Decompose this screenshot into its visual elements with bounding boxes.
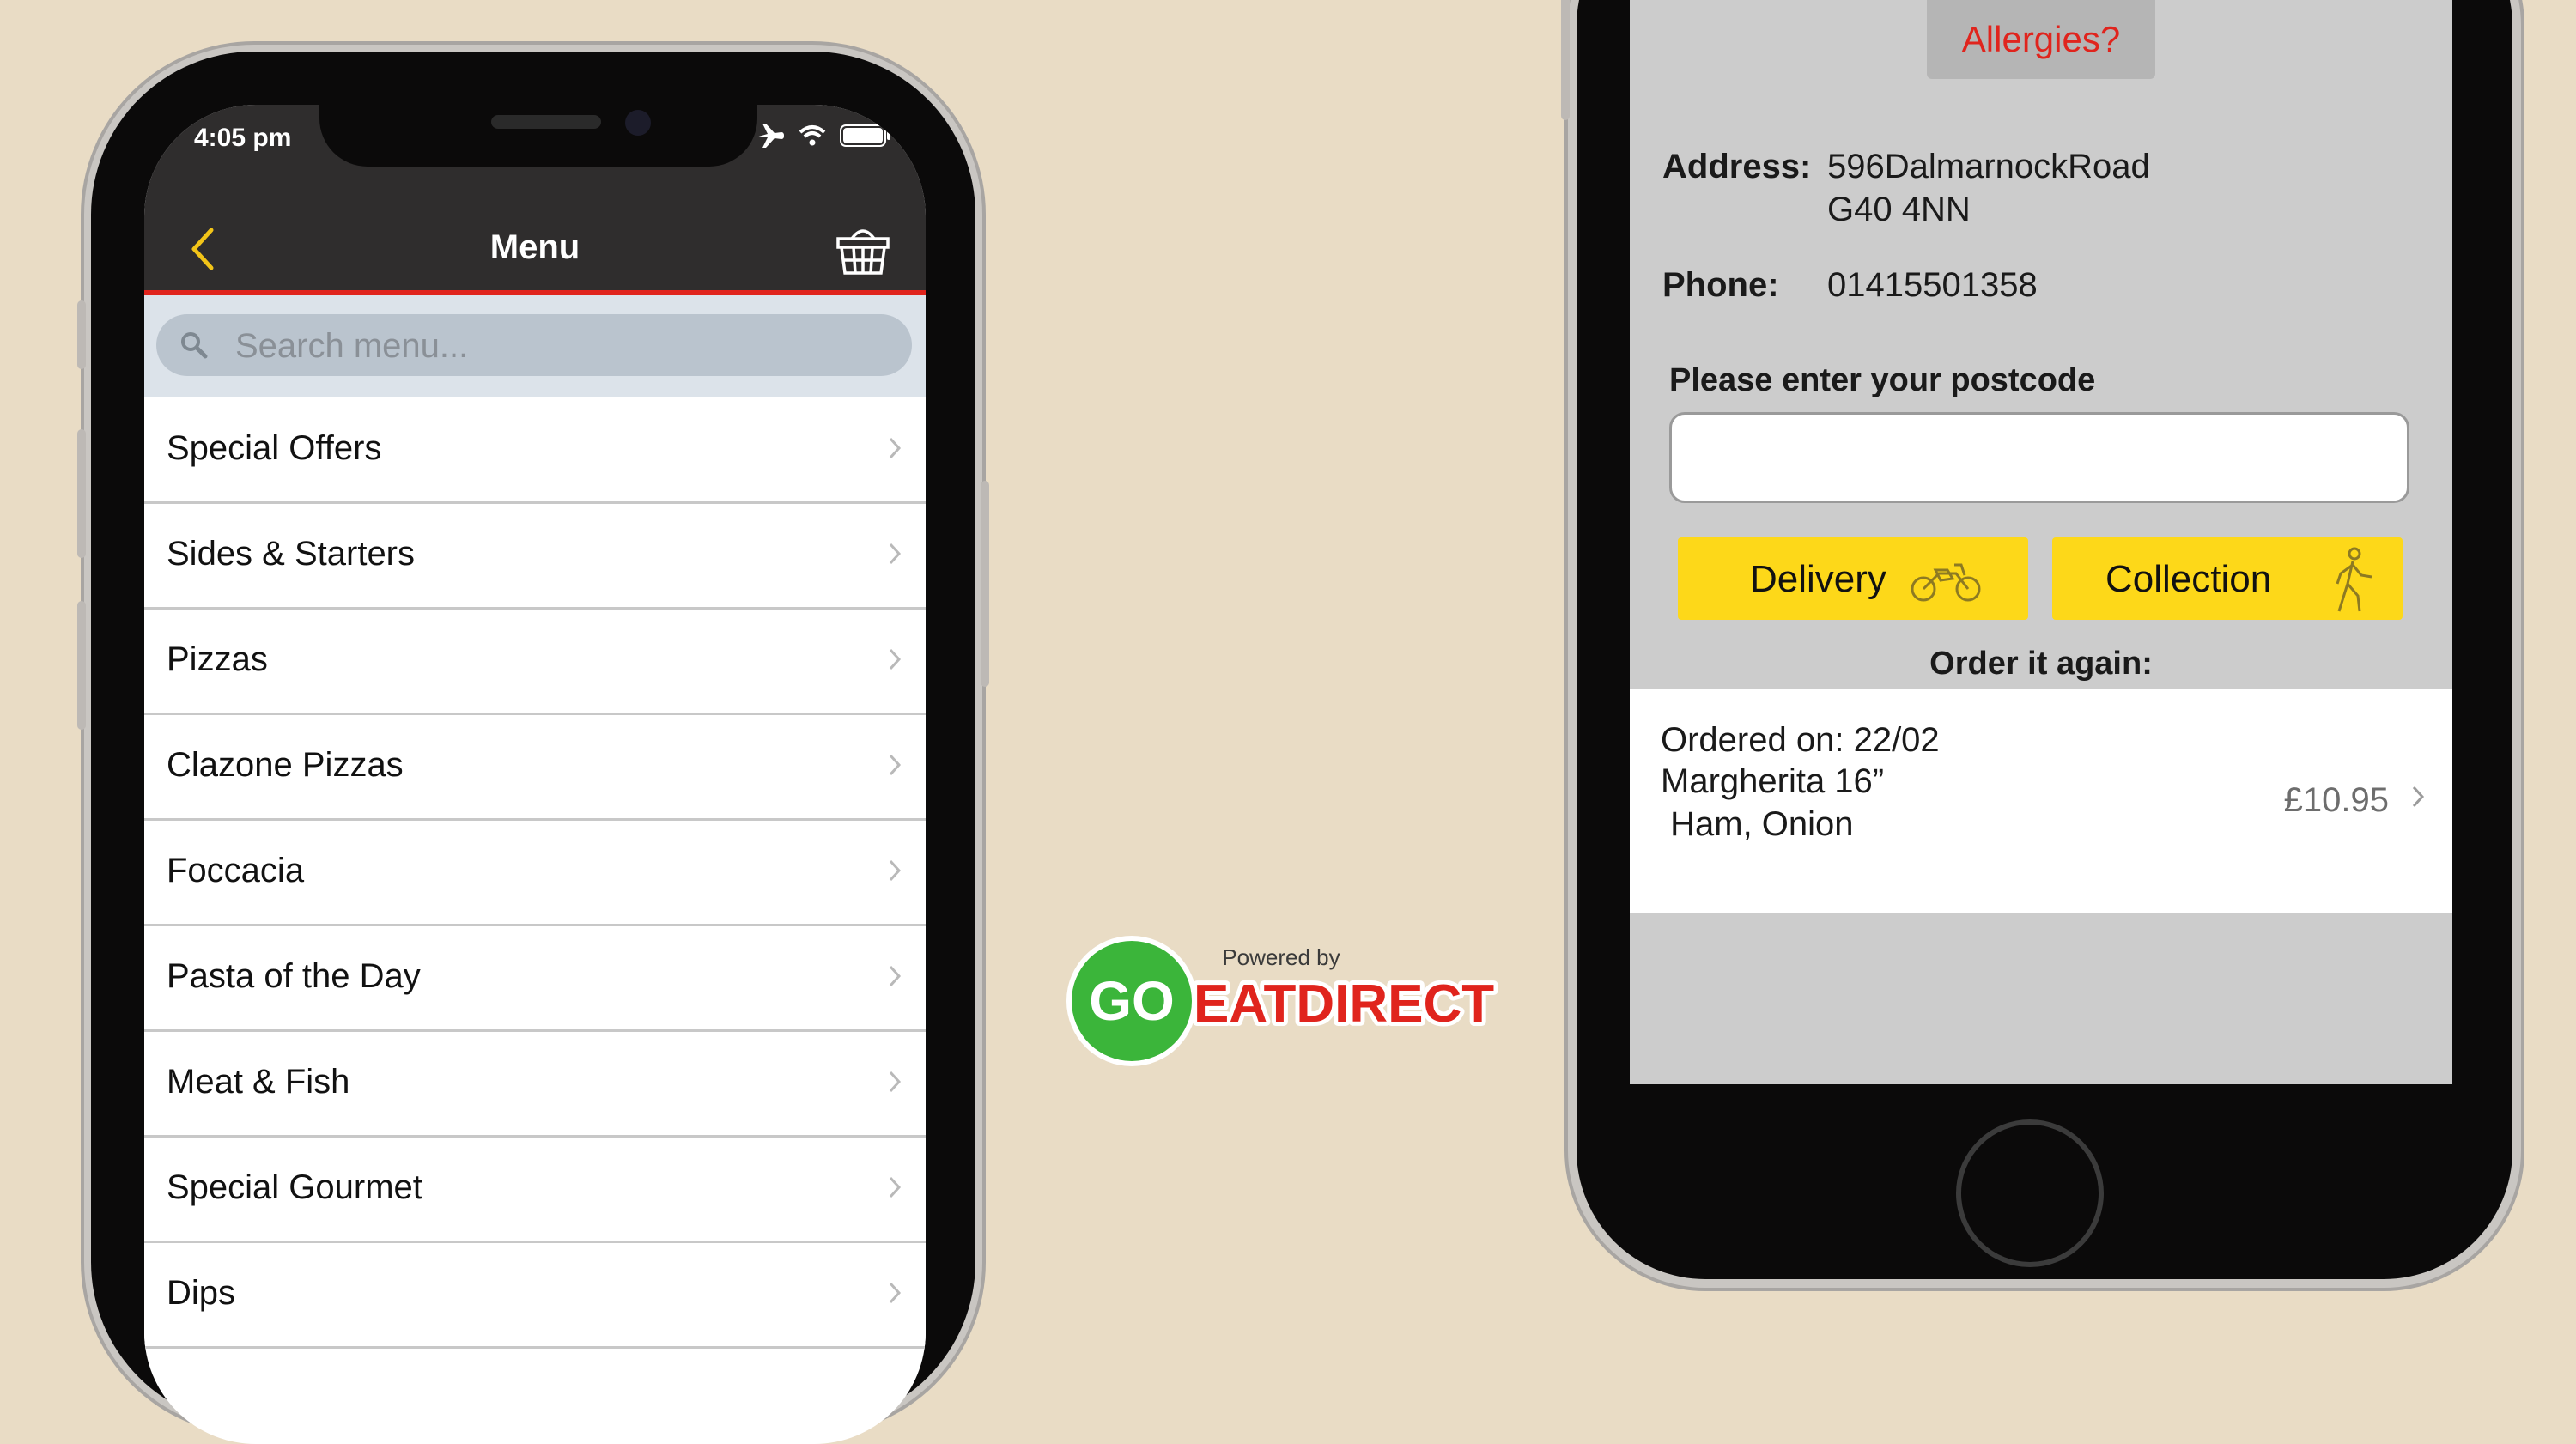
- right-phone: Allergies? Address: 596DalmarnockRoad G4…: [1561, 0, 2512, 1279]
- order-again-heading: Order it again:: [1929, 646, 2153, 682]
- volume-down-button: [77, 601, 86, 730]
- search-bar: [144, 295, 926, 397]
- chevron-right-icon: [889, 859, 902, 882]
- chevron-right-icon: [889, 1071, 902, 1093]
- walking-person-icon: [2336, 547, 2372, 612]
- chevron-right-icon: [889, 437, 902, 459]
- logo-graphic: GO Powered by EATDIRECT EATDIRECT: [1066, 936, 1498, 1066]
- address-line2: G40 4NN: [1827, 191, 1971, 228]
- chevron-right-icon: [889, 1282, 902, 1304]
- chevron-right-icon: [2412, 786, 2425, 808]
- order-toppings: Ham, Onion: [1661, 805, 1854, 843]
- motorbike-icon: [1911, 563, 1981, 602]
- menu-item-foccacia[interactable]: Foccacia: [144, 821, 926, 926]
- front-camera: [625, 110, 651, 136]
- nav-bar: Menu: [144, 208, 926, 295]
- status-time: 4:05 pm: [194, 124, 292, 152]
- menu-item-label: Special Offers: [167, 429, 382, 467]
- address-label: Address:: [1662, 148, 1812, 185]
- left-screen: 4:05 pm Menu Search menu... Special Offe…: [144, 105, 926, 1444]
- right-screen: Allergies? Address: 596DalmarnockRoad G4…: [1630, 0, 2452, 1084]
- chevron-right-icon: [889, 1176, 902, 1198]
- speaker: [491, 115, 601, 129]
- chevron-right-icon: [889, 543, 902, 565]
- postcode-label: Please enter your postcode: [1669, 362, 2096, 398]
- menu-item-label: Clazone Pizzas: [167, 746, 404, 784]
- chevron-right-icon: [889, 754, 902, 776]
- mute-switch: [77, 300, 86, 369]
- menu-item-label: Dips: [167, 1274, 236, 1312]
- menu-item-label: Special Gourmet: [167, 1168, 422, 1206]
- menu-item-meat-fish[interactable]: Meat & Fish: [144, 1032, 926, 1138]
- collection-button[interactable]: Collection: [2052, 537, 2403, 620]
- menu-item-pasta-of-the-day[interactable]: Pasta of the Day: [144, 926, 926, 1032]
- volume-up-button: [77, 429, 86, 558]
- menu-item-label: Pasta of the Day: [167, 957, 421, 995]
- power-button: [981, 481, 989, 687]
- postcode-input[interactable]: [1669, 412, 2409, 503]
- menu-item-label: Pizzas: [167, 640, 268, 678]
- logo-powered-by: Powered by: [1222, 944, 1340, 970]
- logo-go-text: GO: [1089, 970, 1175, 1032]
- menu-item-label: Sides & Starters: [167, 535, 416, 573]
- airplane-icon: [756, 124, 784, 148]
- notch: [319, 105, 757, 167]
- page-title: Menu: [489, 228, 580, 266]
- chevron-right-icon: [889, 648, 902, 670]
- order-item: Margherita 16”: [1661, 762, 1885, 800]
- status-bar: 4:05 pm: [144, 105, 926, 208]
- home-button[interactable]: [1956, 1119, 2104, 1267]
- address-line1: 596DalmarnockRoad: [1827, 148, 2150, 185]
- collection-label: Collection: [2105, 558, 2272, 600]
- menu-item-label: Meat & Fish: [167, 1063, 350, 1101]
- order-price: £10.95: [2283, 781, 2389, 819]
- battery-icon: [840, 124, 890, 147]
- side-button: [1561, 0, 1570, 120]
- search-input[interactable]: [234, 314, 752, 378]
- delivery-label: Delivery: [1750, 558, 1886, 600]
- menu-item-dips[interactable]: Dips: [144, 1243, 926, 1349]
- menu-item-clazone-pizzas[interactable]: Clazone Pizzas: [144, 715, 926, 821]
- chevron-right-icon: [889, 965, 902, 987]
- menu-item-pizzas[interactable]: Pizzas: [144, 610, 926, 715]
- allergies-button[interactable]: Allergies?: [1927, 0, 2155, 79]
- goeatdirect-logo: GO Powered by EATDIRECT EATDIRECT: [1065, 934, 1511, 1071]
- menu-item-label: Foccacia: [167, 852, 305, 889]
- search-icon: [181, 332, 208, 359]
- status-icons: [754, 122, 891, 149]
- search-box[interactable]: [156, 314, 912, 378]
- logo-brand-text: EATDIRECT: [1194, 974, 1494, 1034]
- wifi-icon: [799, 125, 826, 146]
- menu-list: Special Offers Sides & Starters Pizzas C…: [144, 398, 926, 1349]
- basket-icon: [836, 229, 890, 275]
- phone-value[interactable]: 01415501358: [1827, 266, 2038, 305]
- order-date: Ordered on: 22/02: [1661, 721, 1940, 759]
- menu-item-special-offers[interactable]: Special Offers: [144, 398, 926, 504]
- left-phone: 4:05 pm Menu Search menu... Special Offe…: [77, 52, 989, 1444]
- previous-order-card[interactable]: Ordered on: 22/02 Margherita 16” Ham, On…: [1630, 689, 2452, 913]
- basket-button[interactable]: [835, 220, 891, 281]
- menu-item-sides-starters[interactable]: Sides & Starters: [144, 504, 926, 610]
- delivery-button[interactable]: Delivery: [1678, 537, 2028, 620]
- menu-item-special-gourmet[interactable]: Special Gourmet: [144, 1138, 926, 1243]
- phone-label: Phone:: [1662, 266, 1779, 304]
